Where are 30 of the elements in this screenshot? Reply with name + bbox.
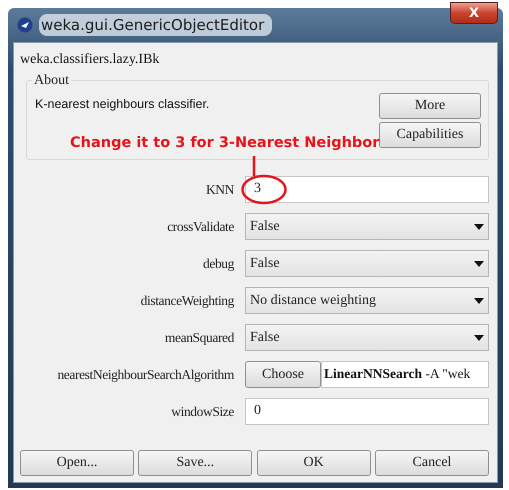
dialog-button[interactable]: Save... — [138, 450, 252, 476]
caret-icon — [474, 260, 484, 266]
dropdown[interactable]: No distance weighting — [245, 287, 489, 314]
property-label: meanSquared — [164, 330, 234, 346]
close-button[interactable]: X — [450, 2, 498, 24]
capabilities-button[interactable]: Capabilities — [379, 122, 481, 148]
more-button[interactable]: More — [379, 93, 481, 119]
text-field[interactable]: 0 — [245, 398, 489, 425]
about-text: K-nearest neighbours classifier. — [35, 96, 210, 111]
dropdown[interactable]: False — [245, 324, 489, 351]
algorithm-field[interactable]: LinearNNSearch -A "wek — [321, 361, 489, 388]
text-field[interactable]: 3 — [245, 176, 489, 203]
window-title: weka.gui.GenericObjectEditor — [39, 14, 272, 36]
dialog-button[interactable]: Open... — [20, 450, 134, 476]
caret-icon — [474, 334, 484, 340]
dialog-button[interactable]: OK — [256, 450, 371, 476]
property-label: distanceWeighting — [140, 292, 234, 308]
caret-icon — [474, 298, 484, 304]
dialog-button[interactable]: Cancel — [374, 450, 489, 476]
property-label: nearestNeighbourSearchAlgorithm — [56, 366, 234, 382]
property-label: debug — [202, 256, 234, 272]
dropdown[interactable]: False — [245, 250, 489, 277]
class-name: weka.classifiers.lazy.IBk — [20, 51, 160, 69]
property-label: windowSize — [170, 404, 234, 420]
dropdown[interactable]: False — [245, 213, 489, 240]
property-label: crossValidate — [166, 218, 234, 234]
property-label: KNN — [204, 182, 234, 198]
annotation-text: Change it to 3 for 3-Nearest Neighbor — [70, 135, 380, 151]
caret-icon — [474, 224, 484, 230]
choose-button[interactable]: Choose — [245, 361, 321, 388]
